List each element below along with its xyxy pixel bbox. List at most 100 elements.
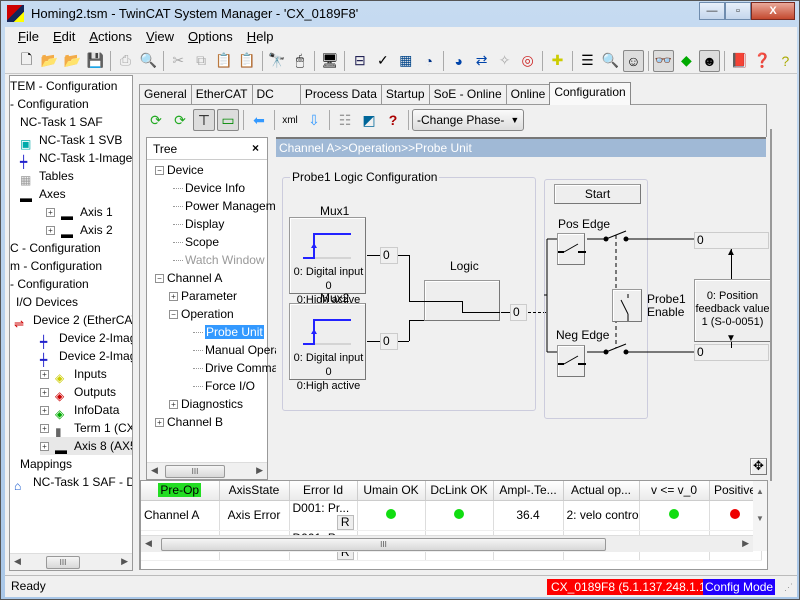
zoom-icon[interactable]: 🔍 [600,50,621,72]
expand-icon[interactable]: − [155,166,164,176]
solution-tree-item[interactable]: ┿ NC-Task 1-Image [20,149,132,169]
tree-panel-item[interactable]: + Diagnostics [169,395,243,413]
column-header[interactable]: Error Id [289,481,358,501]
pos-edge-switch[interactable] [557,233,586,265]
solution-tree-item[interactable]: + ▮ Term 1 (CX1100) [40,419,132,439]
grid-hscroll[interactable]: ◀ III ▶ [141,535,753,552]
resize-grip-icon[interactable]: ⋰ [784,582,793,593]
expand-icon[interactable]: + [40,370,49,380]
paste-icon[interactable]: 📋 [214,50,235,72]
checklist-icon[interactable]: ☷ [334,109,356,131]
solution-tree-item[interactable]: + ◈ Outputs [40,383,116,403]
expand-icon[interactable]: + [46,208,55,218]
print-preview-icon[interactable]: 🔍 [138,50,159,72]
start-button[interactable]: Start [554,184,641,204]
find-binoculars-icon[interactable]: 🔭 [267,50,288,72]
solution-tree-item[interactable]: NC-Task 1 SAF [20,113,103,131]
expand-icon[interactable]: + [40,442,49,452]
expand-icon[interactable]: − [155,274,164,284]
solution-tree-item[interactable]: ⌂ NC-Task 1 SAF - D [14,473,132,493]
back-arrow-icon[interactable]: ⬅ [248,109,270,131]
table-row[interactable]: Channel A Axis Error D001: Pr... R 36.4 2: ve… [141,500,762,531]
expand-icon[interactable]: + [40,406,49,416]
probe-enable-switch[interactable] [612,289,642,322]
expand-icon[interactable]: + [169,400,178,410]
tab-online[interactable]: Online [505,84,551,104]
column-header[interactable]: Ampl-.Te... [493,481,564,501]
close-button[interactable]: X [751,2,795,20]
reset-error-button[interactable]: R [336,514,354,529]
io-watch-icon[interactable]: ☺ [622,49,644,72]
tree-panel-item[interactable]: + Parameter [169,287,237,305]
column-header[interactable]: Actual op... [563,481,640,501]
solution-tree[interactable]: ◀ III ▶ STEM - Configuration - Configurat… [9,75,133,571]
neg-edge-switch[interactable] [557,345,586,377]
sort-down-icon[interactable]: ⇩ [303,109,325,131]
set-run-mode-icon[interactable]: ◕ [448,50,469,72]
solution-tree-item[interactable]: ▦ Tables [20,167,74,187]
solution-tree-item[interactable]: Mappings [20,455,72,473]
mux1-button[interactable]: 0: Digital input 0 0:High active [289,217,366,306]
column-header[interactable]: v <= v_0 [639,481,710,501]
cut-icon[interactable]: ✂ [168,50,189,72]
tree-panel-hscroll[interactable]: ◀ III ▶ [147,462,267,479]
activate-config-icon[interactable]: ◔ [418,50,439,72]
tab-soe-online[interactable]: SoE - Online [428,84,507,104]
tab-dc[interactable]: DC [251,84,301,104]
tree-panel-item[interactable]: Probe Unit [193,323,264,341]
solution-tree-item[interactable]: I/O Devices [16,293,78,311]
build-icon[interactable]: ▦ [395,50,416,72]
expand-icon[interactable]: + [169,292,178,302]
solution-tree-item[interactable]: + ▬ Axis 1 [46,203,113,223]
set-config-mode-icon[interactable]: ⇄ [471,50,492,72]
solution-tree-item[interactable]: ┿ Device 2-Image [40,329,132,349]
solution-tree-item[interactable]: m - Configuration [10,257,102,275]
expand-icon[interactable]: + [40,388,49,398]
tree-view-toggle-icon[interactable]: ⊤ [193,109,215,131]
book-icon[interactable]: 📕 [729,50,750,72]
menu-file[interactable]: File [11,27,46,47]
tree-panel-item[interactable]: − Device [155,161,204,179]
tree-panel-item[interactable]: Force I/O [193,377,255,395]
phase-header[interactable]: Pre-Op [141,481,220,501]
grid-view-toggle-icon[interactable]: ▭ [217,109,239,131]
menu-help[interactable]: Help [240,27,281,47]
tab-configuration[interactable]: Configuration [549,82,631,105]
left-tree-hscroll[interactable]: ◀ III ▶ [10,553,132,570]
column-header[interactable]: Umain OK [357,481,426,501]
solution-tree-item[interactable]: ┿ Device 2-Image [40,347,132,367]
check-configuration-icon[interactable]: ✓ [372,50,393,72]
tree-panel-item[interactable]: Device Info [173,179,245,197]
solution-tree-item[interactable]: - Configuration [10,95,89,113]
menu-edit[interactable]: Edit [46,27,82,47]
glasses-icon[interactable]: 👓 [652,49,674,72]
solution-tree-item[interactable]: - Configuration [10,275,89,293]
print-icon[interactable]: ⎙ [115,50,136,72]
tab-general[interactable]: General [139,84,192,104]
xml-import-icon[interactable]: xml [279,109,301,131]
open-folder-icon[interactable]: 📂 [39,50,60,72]
question-icon[interactable]: ? [382,109,404,131]
refresh-icon[interactable]: ⟳ [169,109,191,131]
scan-wand-icon[interactable]: ✧ [494,50,515,72]
solution-tree-item[interactable]: + ▬ Axis 8 (AX5203) [40,437,132,457]
solution-tree-item[interactable]: + ▬ Axis 2 [46,221,113,241]
solution-tree-item[interactable]: + ◈ Inputs [40,365,107,385]
iq-icon[interactable]: ☻ [698,49,720,72]
refresh-red-icon[interactable]: ⟳ [145,109,167,131]
add-item-icon[interactable]: ✚ [547,50,568,72]
tree-panel-item[interactable]: Display [173,215,224,233]
solution-tree-item[interactable]: + ◈ InfoData [40,401,119,421]
paste-special-icon[interactable]: 📋 [237,50,258,72]
help-box-icon[interactable]: ❓ [752,50,773,72]
mouse-icon[interactable]: 🖱 [290,50,311,72]
tab-startup[interactable]: Startup [380,84,430,104]
list-icon[interactable]: ☰ [577,50,598,72]
solution-tree-item[interactable]: ▬ Axes [20,185,66,205]
solution-tree-item[interactable]: ⇌ Device 2 (EtherCAT) [14,311,132,331]
save-icon[interactable]: 💾 [85,50,106,72]
tree-panel-item[interactable]: − Operation [169,305,234,323]
help-question-icon[interactable]: ? [775,50,796,72]
solution-tree-item[interactable]: ▣ NC-Task 1 SVB [20,131,122,151]
copy-icon[interactable]: ⧉ [191,50,212,72]
